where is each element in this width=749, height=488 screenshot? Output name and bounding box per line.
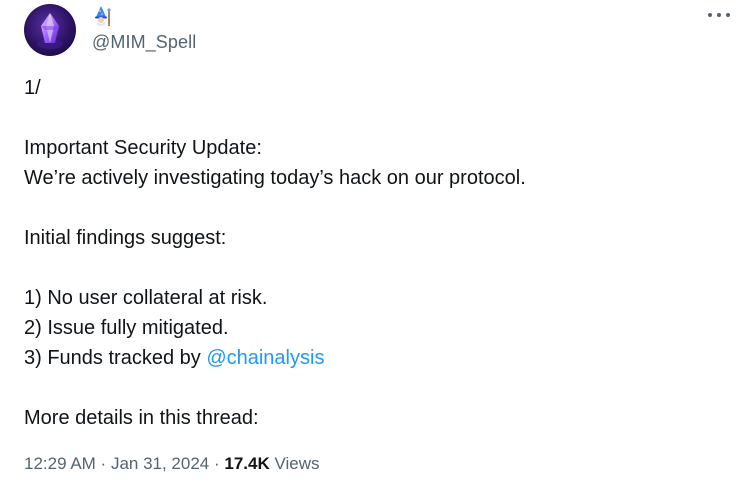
author-handle[interactable]: @MIM_Spell [92,31,196,53]
tweet-text: 1/ Important Security Update: We’re acti… [24,73,724,433]
views-count[interactable]: 17.4K [224,454,269,473]
views-label: Views [269,454,320,473]
tweet-line: We’re actively investigating today’s hac… [24,167,526,189]
wizard-emoji-icon [92,5,114,27]
tweet-line-text: 3) Funds tracked by [24,347,207,369]
more-options-icon [708,13,712,17]
tweet-line: Initial findings suggest: [24,227,227,249]
more-options-button[interactable] [708,8,730,22]
mention-link[interactable]: @chainalysis [206,347,324,369]
tweet-date[interactable]: Jan 31, 2024 [111,454,209,473]
purple-crystal-avatar-icon [37,13,63,49]
tweet-line: 1/ [24,77,41,99]
tweet-line: 2) Issue fully mitigated. [24,317,229,339]
meta-separator: · [209,454,225,473]
meta-separator: · [95,454,111,473]
tweet-line: 1) No user collateral at risk. [24,287,268,309]
more-options-icon-dot [717,13,721,17]
more-options-icon-dot [726,13,730,17]
tweet-line: Important Security Update: [24,137,262,159]
tweet-line-with-mention: 3) Funds tracked by @chainalysis [24,343,724,373]
tweet-time[interactable]: 12:29 AM [24,454,96,473]
tweet-line: More details in this thread: [24,407,259,429]
avatar[interactable] [24,4,76,56]
tweet-meta: 12:29 AM · Jan 31, 2024 · 17.4K Views [24,452,320,476]
